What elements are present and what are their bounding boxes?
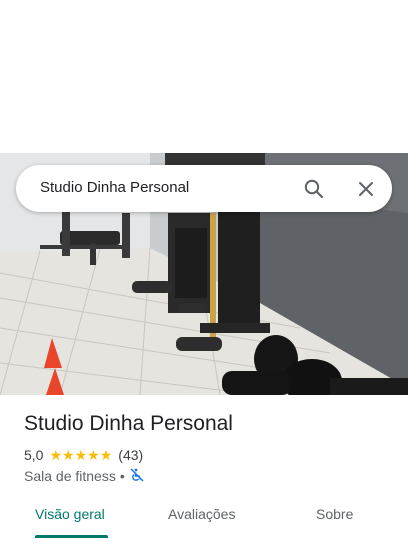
rating-value: 5,0 [24,447,44,463]
search-bar[interactable]: Studio Dinha Personal [16,165,392,212]
star-icon: ★ [99,447,113,463]
tab-bar: Visão geral Avaliações Sobre [0,498,408,538]
close-icon[interactable] [354,177,378,201]
star-icon: ★ [87,447,100,463]
place-category: Sala de fitness [24,468,116,484]
category-row: Sala de fitness • [24,467,145,485]
separator-dot: • [119,468,125,484]
place-title: Studio Dinha Personal [24,412,233,435]
tab-overview[interactable]: Visão geral [35,506,105,522]
tab-reviews[interactable]: Avaliações [168,506,235,522]
star-icon: ★ [49,447,63,463]
tab-about[interactable]: Sobre [316,506,353,522]
active-tab-indicator [35,535,108,538]
star-icon: ★ [62,447,75,463]
place-info-panel: Studio Dinha Personal 5,0 ★ ★ ★ ★ ★ (43)… [0,395,408,546]
no-wheelchair-access-icon [129,467,145,486]
search-query-text[interactable]: Studio Dinha Personal [40,179,189,196]
review-count[interactable]: (43) [118,447,143,463]
blank-header-area [0,0,408,153]
search-icon[interactable] [302,177,326,201]
star-icon: ★ [74,447,88,463]
star-rating: ★ ★ ★ ★ ★ [49,448,112,462]
rating-row[interactable]: 5,0 ★ ★ ★ ★ ★ (43) [24,446,143,464]
